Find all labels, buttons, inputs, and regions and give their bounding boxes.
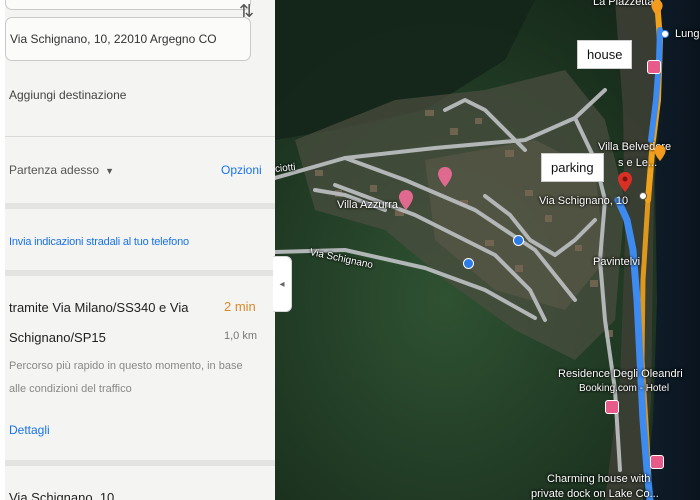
section-band xyxy=(5,203,275,209)
destination-field[interactable]: Via Schignano, 10, 22010 Argegno CO xyxy=(5,17,251,61)
add-destination-link[interactable]: Aggiungi destinazione xyxy=(9,88,126,102)
send-to-phone-link[interactable]: Invia indicazioni stradali al tuo telefo… xyxy=(9,236,189,248)
location-dot-icon xyxy=(661,30,669,38)
label-villa-belvedere-2: s e Le... xyxy=(618,157,658,169)
panel-edge xyxy=(0,0,5,500)
hotel-marker-icon[interactable] xyxy=(605,400,619,414)
label-lungo: Lungo xyxy=(675,28,700,40)
label-residence: Residence Degli Oleandri xyxy=(558,368,683,380)
bus-stop-icon[interactable] xyxy=(463,258,474,269)
section-band xyxy=(5,270,275,276)
restaurant-pin-icon[interactable] xyxy=(651,0,663,16)
route-via-line2[interactable]: Schignano/SP15 xyxy=(9,330,106,345)
departure-label: Partenza adesso xyxy=(9,163,100,177)
label-via-schignano-10: Via Schignano, 10 xyxy=(539,195,629,207)
house-callout: house xyxy=(577,40,633,69)
next-step-item[interactable]: Via Schignano, 10 xyxy=(9,490,114,500)
label-villa-azzurra: Villa Azzurra xyxy=(337,199,398,211)
location-dot-icon xyxy=(639,192,647,200)
label-la-piazzetta: La Piazzetta xyxy=(593,0,654,8)
label-ciotti: ciotti xyxy=(275,161,297,176)
directions-panel: ⇅ Via Schignano, 10, 22010 Argegno CO Ag… xyxy=(0,0,275,500)
label-charming-house-2: private dock on Lake Co... xyxy=(531,488,659,500)
hotel-marker-icon[interactable] xyxy=(647,60,661,74)
section-band xyxy=(5,460,275,466)
map-canvas xyxy=(275,0,700,500)
divider xyxy=(5,136,275,137)
label-pavintelvi: Pavintelvi xyxy=(593,256,641,268)
departure-select[interactable]: Partenza adesso ▼ xyxy=(9,163,114,177)
hotel-marker-icon[interactable] xyxy=(650,455,664,469)
options-button[interactable]: Opzioni xyxy=(221,163,262,177)
route-distance: 1,0 km xyxy=(224,330,258,342)
destination-text: Via Schignano, 10, 22010 Argegno CO xyxy=(10,32,217,46)
origin-field[interactable] xyxy=(5,0,251,10)
route-description-line2: alle condizioni del traffico xyxy=(9,383,132,395)
route-time: 2 min xyxy=(224,299,256,314)
label-charming-house: Charming house with xyxy=(547,473,651,485)
route-via-line1[interactable]: tramite Via Milano/SS340 e Via xyxy=(9,300,188,315)
restaurant-pin-icon[interactable] xyxy=(654,145,666,161)
details-link[interactable]: Dettagli xyxy=(9,423,50,437)
parking-callout: parking xyxy=(541,153,604,182)
label-residence-booking: Booking.com - Hotel xyxy=(579,383,670,394)
satellite-map[interactable]: house parking La Piazzetta Lungo Villa B… xyxy=(275,0,700,500)
destination-pin-icon[interactable] xyxy=(618,172,632,192)
collapse-panel-button[interactable]: ◂ xyxy=(273,256,292,312)
route-description-line1: Percorso più rapido in questo momento, i… xyxy=(9,360,243,372)
caret-down-icon: ▼ xyxy=(105,166,114,176)
bus-stop-icon[interactable] xyxy=(513,235,524,246)
hotel-pin-icon[interactable] xyxy=(399,190,413,210)
hotel-pin-icon[interactable] xyxy=(438,167,452,187)
